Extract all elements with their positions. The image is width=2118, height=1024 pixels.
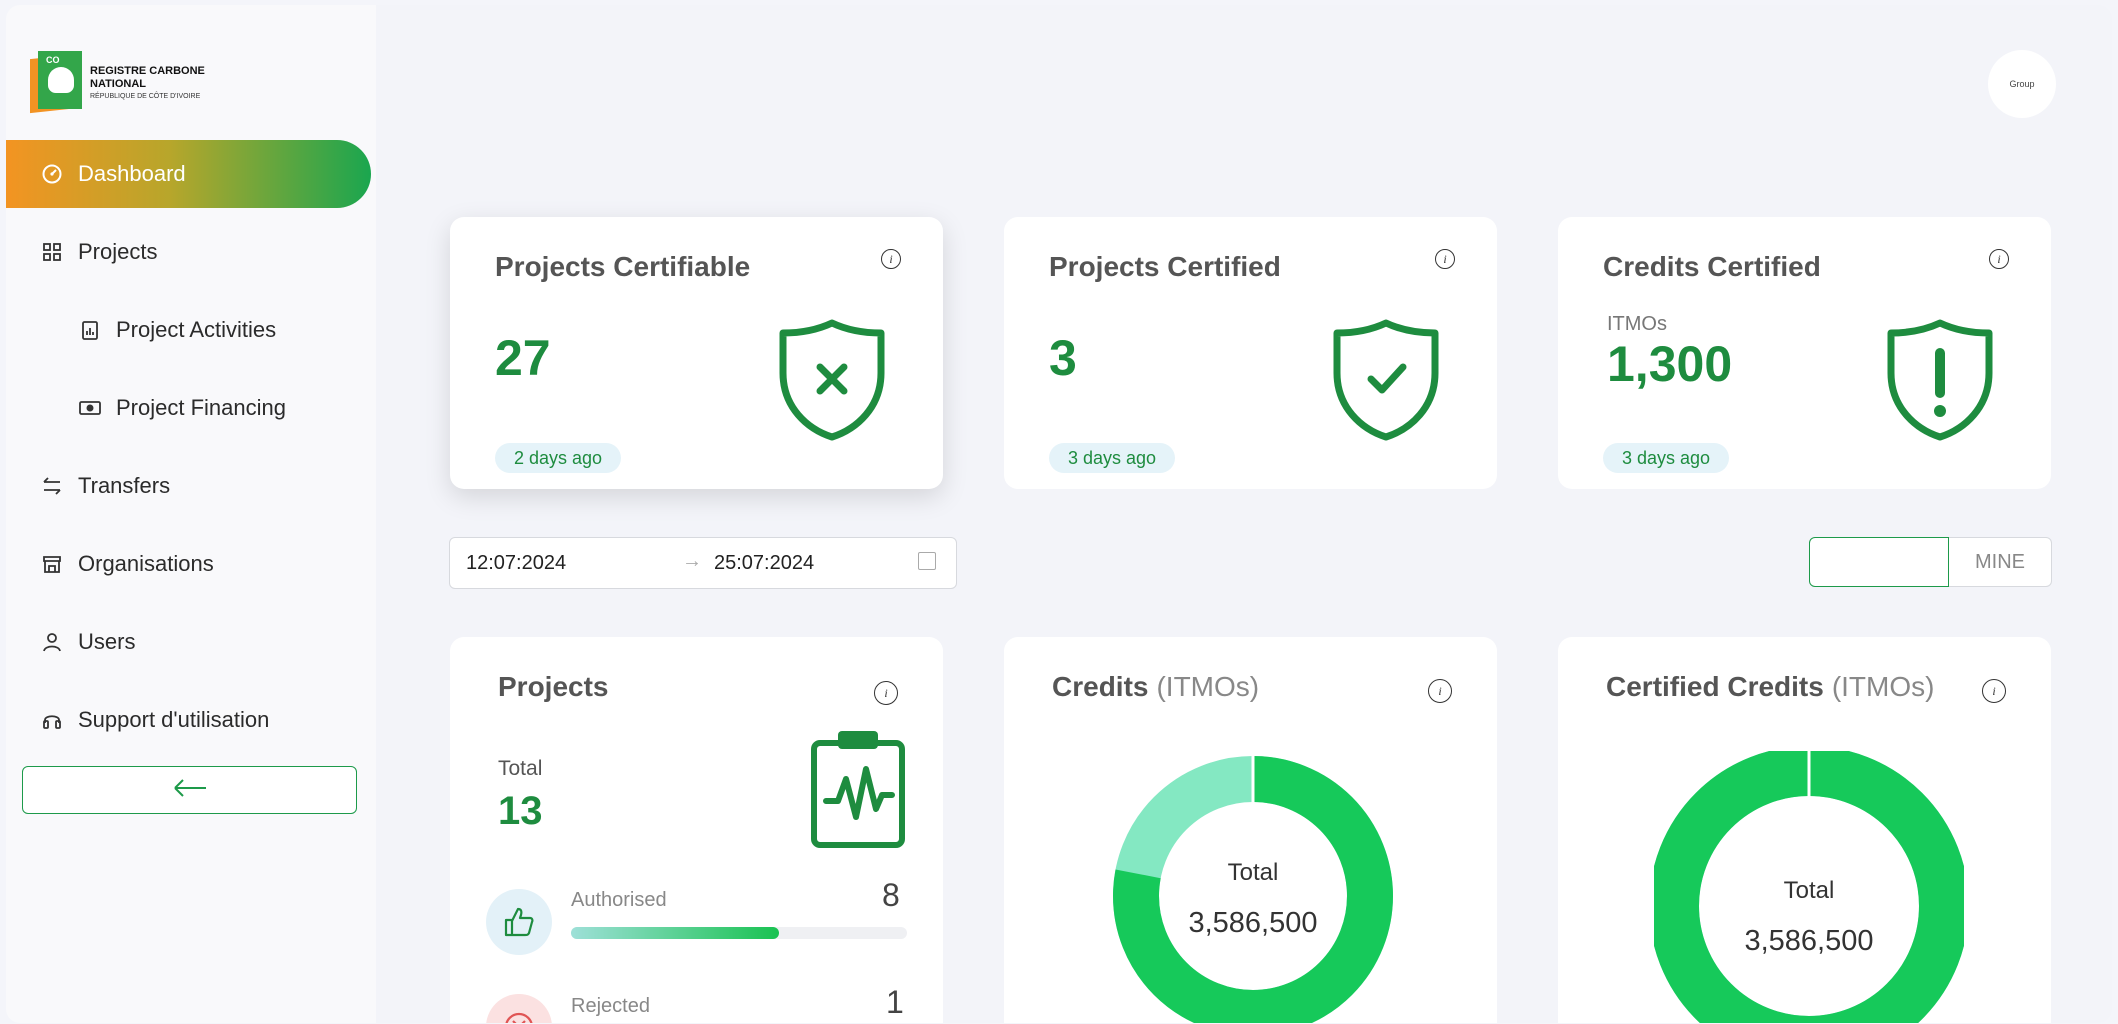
sidebar-item-projects[interactable]: Projects <box>6 218 376 286</box>
brand-title-line1: REGISTRE CARBONE <box>90 64 205 77</box>
sidebar-item-project-activities[interactable]: Project Activities <box>6 296 376 364</box>
date-to-input[interactable]: 25:07:2024 <box>714 552 814 575</box>
logo-mark-text: CO <box>46 55 60 65</box>
date-from-input[interactable]: 12:07:2024 <box>466 552 566 575</box>
thumbs-up-icon <box>486 889 552 955</box>
sidebar-nav: Dashboard Projects Project Activities Pr… <box>6 140 376 764</box>
stat-title: Projects Certified <box>1049 251 1281 282</box>
timestamp-badge: 3 days ago <box>1603 443 1730 473</box>
stat-value: 3 <box>1049 330 1077 386</box>
card-title: Certified Credits (ITMOs) <box>1606 671 1934 703</box>
timestamp-badge: 2 days ago <box>495 443 622 473</box>
rejected-label: Rejected <box>571 995 650 1017</box>
donut-total-label: Total <box>1227 859 1279 886</box>
shield-x-icon <box>779 319 885 441</box>
clipboard-chart-icon <box>78 318 102 342</box>
sidebar-item-support[interactable]: Support d'utilisation <box>6 686 376 754</box>
sidebar-item-label: Projects <box>78 239 158 264</box>
card-title-unit: (ITMOs) <box>1831 671 1935 702</box>
stat-card-projects-certifiable: Projects Certifiable i 27 2 days ago <box>450 217 943 489</box>
sidebar-item-transfers[interactable]: Transfers <box>6 452 376 520</box>
brand-logo[interactable]: CO REGISTRE CARBONE NATIONAL RÉPUBLIQUE … <box>30 45 230 119</box>
dashboard-icon <box>40 162 64 186</box>
stat-card-projects-certified: Projects Certified i 3 3 days ago <box>1004 217 1497 489</box>
user-icon <box>40 630 64 654</box>
calendar-icon[interactable] <box>918 552 936 570</box>
card-title-unit: (ITMOs) <box>1156 671 1260 702</box>
shield-check-icon <box>1333 319 1439 441</box>
total-value: 13 <box>498 789 543 833</box>
stat-unit: ITMOs <box>1607 313 1667 335</box>
store-icon <box>40 552 64 576</box>
authorised-label: Authorised <box>571 889 667 911</box>
toggle-all-button[interactable] <box>1809 537 1949 587</box>
sidebar-item-dashboard[interactable]: Dashboard <box>6 140 371 208</box>
credits-donut-chart <box>1113 753 1393 1023</box>
rejected-x-icon <box>486 994 552 1023</box>
timestamp-badge: 3 days ago <box>1049 443 1176 473</box>
info-icon[interactable]: i <box>1982 679 2006 703</box>
card-title-text: Certified Credits <box>1606 671 1824 702</box>
certified-credits-card: Certified Credits (ITMOs) i Total 3,586,5… <box>1558 637 2051 1023</box>
elephant-logo-icon: CO <box>30 49 82 115</box>
collapse-sidebar-button[interactable] <box>22 766 357 814</box>
info-icon[interactable]: i <box>1435 249 1455 269</box>
stat-card-credits-certified: Credits Certified i ITMOs 1,300 3 days a… <box>1558 217 2051 489</box>
headset-icon <box>40 708 64 732</box>
card-title: Projects <box>498 671 609 702</box>
stat-title: Credits Certified <box>1603 251 1821 282</box>
ownership-toggle: MINE <box>1809 537 2052 587</box>
date-range-picker[interactable]: 12:07:2024 → 25:07:2024 <box>449 537 957 589</box>
donut-total-label: Total <box>1783 877 1835 904</box>
info-icon[interactable]: i <box>1989 249 2009 269</box>
sidebar-item-label: Organisations <box>78 551 214 576</box>
info-icon[interactable]: i <box>881 249 901 269</box>
sidebar: CO REGISTRE CARBONE NATIONAL RÉPUBLIQUE … <box>6 5 376 1023</box>
app-frame: CO REGISTRE CARBONE NATIONAL RÉPUBLIQUE … <box>6 5 2112 1023</box>
user-avatar[interactable]: Group <box>1988 50 2056 118</box>
sidebar-item-label: Project Activities <box>116 317 277 342</box>
info-icon[interactable]: i <box>874 681 898 705</box>
transfer-arrows-icon <box>40 474 64 498</box>
authorised-progress-fill <box>571 927 780 939</box>
sidebar-item-project-financing[interactable]: Project Financing <box>6 374 376 442</box>
card-title-text: Credits <box>1052 671 1149 702</box>
sidebar-item-label: Project Financing <box>116 395 286 420</box>
projects-card: Projects i Total 13 Authorised 8 Rejecte… <box>450 637 943 1023</box>
authorised-progress-bar <box>571 927 907 939</box>
sidebar-item-label: Transfers <box>78 473 171 498</box>
sidebar-item-label: Dashboard <box>78 161 186 186</box>
arrow-left-icon <box>172 778 208 803</box>
authorised-count: 8 <box>882 877 900 913</box>
sidebar-item-organisations[interactable]: Organisations <box>6 530 376 598</box>
shield-exclamation-icon <box>1887 319 1993 441</box>
info-icon[interactable]: i <box>1428 679 1452 703</box>
stat-value: 1,300 <box>1607 336 1733 392</box>
sidebar-item-label: Support d'utilisation <box>78 707 270 732</box>
sidebar-item-users[interactable]: Users <box>6 608 376 676</box>
grid-icon <box>40 240 64 264</box>
money-icon <box>78 396 102 420</box>
brand-title-line2: NATIONAL <box>90 77 147 90</box>
toggle-mine-button[interactable]: MINE <box>1949 537 2052 587</box>
credits-card: Credits (ITMOs) i Total 3,586,500 <box>1004 637 1497 1023</box>
brand-subtitle: RÉPUBLIQUE DE CÔTE D'IVOIRE <box>90 92 201 100</box>
avatar-text: Group <box>2009 79 2035 89</box>
sidebar-item-label: Users <box>78 629 136 654</box>
card-title: Credits (ITMOs) <box>1052 671 1259 703</box>
total-label: Total <box>498 757 543 780</box>
stat-title: Projects Certifiable <box>495 251 751 282</box>
arrow-right-icon: → <box>682 550 702 572</box>
donut-total-value: 3,586,500 <box>1188 907 1318 939</box>
donut-total-value: 3,586,500 <box>1744 925 1874 957</box>
rejected-count: 1 <box>886 984 904 1020</box>
stat-value: 27 <box>495 330 551 386</box>
clipboard-pulse-icon <box>811 731 905 848</box>
